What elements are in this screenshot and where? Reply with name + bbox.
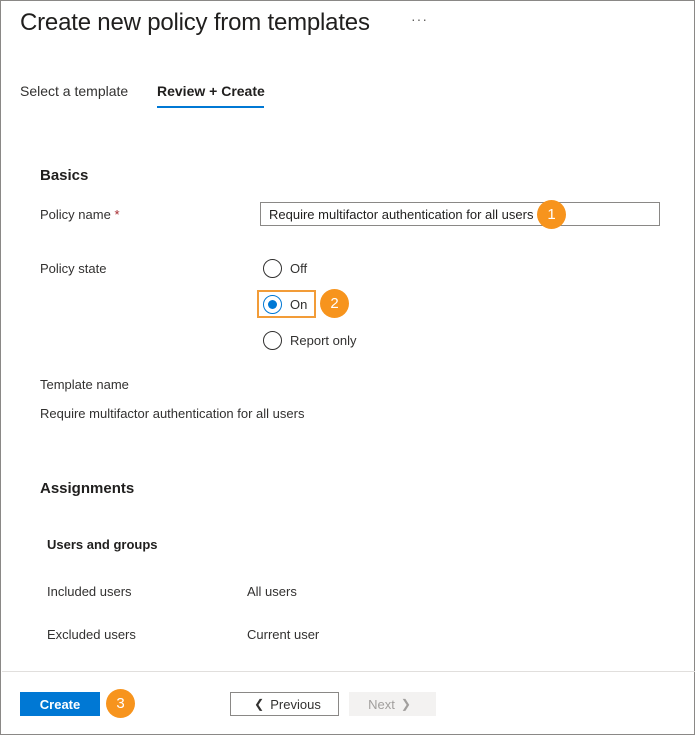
create-button[interactable]: Create [20,692,100,716]
radio-off-circle[interactable] [263,259,282,278]
policy-name-label: Policy name * [40,207,120,222]
radio-report-only-label: Report only [290,333,357,348]
tab-select-template[interactable]: Select a template [20,83,128,99]
excluded-users-label: Excluded users [47,627,136,642]
radio-report-only-circle[interactable] [263,331,282,350]
policy-name-input[interactable] [260,202,660,226]
assignments-heading: Assignments [40,480,135,497]
chevron-left-icon: ❮ [254,697,265,711]
radio-off-label: Off [290,261,308,276]
excluded-users-value: Current user [247,627,320,642]
panel-frame: Create new policy from templates ··· Sel… [0,0,695,735]
more-options-icon[interactable]: ··· [411,11,428,27]
previous-button-label: Previous [270,696,321,712]
radio-report-only[interactable]: Report only [263,331,356,350]
radio-on-label: On [290,297,308,312]
next-button-label: Next [368,696,395,712]
radio-on[interactable]: On [263,295,307,314]
policy-state-label: Policy state [40,261,107,276]
basics-heading: Basics [40,167,89,184]
required-asterisk: * [114,207,120,222]
radio-off[interactable]: Off [263,259,307,278]
callout-badge-2: 2 [320,289,349,318]
chevron-right-icon: ❯ [400,697,411,711]
radio-on-circle[interactable] [263,295,282,314]
active-tab-indicator [157,106,264,108]
tab-review-create[interactable]: Review + Create [157,83,265,99]
included-users-value: All users [247,584,297,599]
included-users-label: Included users [47,584,132,599]
users-groups-heading: Users and groups [47,537,158,552]
page-title: Create new policy from templates [20,9,370,36]
template-name-value: Require multifactor authentication for a… [40,406,305,421]
template-name-label: Template name [40,377,129,392]
footer-divider [2,671,695,672]
callout-badge-1: 1 [537,200,566,229]
callout-badge-3: 3 [106,689,135,718]
previous-button[interactable]: ❮ Previous [230,692,339,716]
next-button[interactable]: Next ❯ [349,692,436,716]
